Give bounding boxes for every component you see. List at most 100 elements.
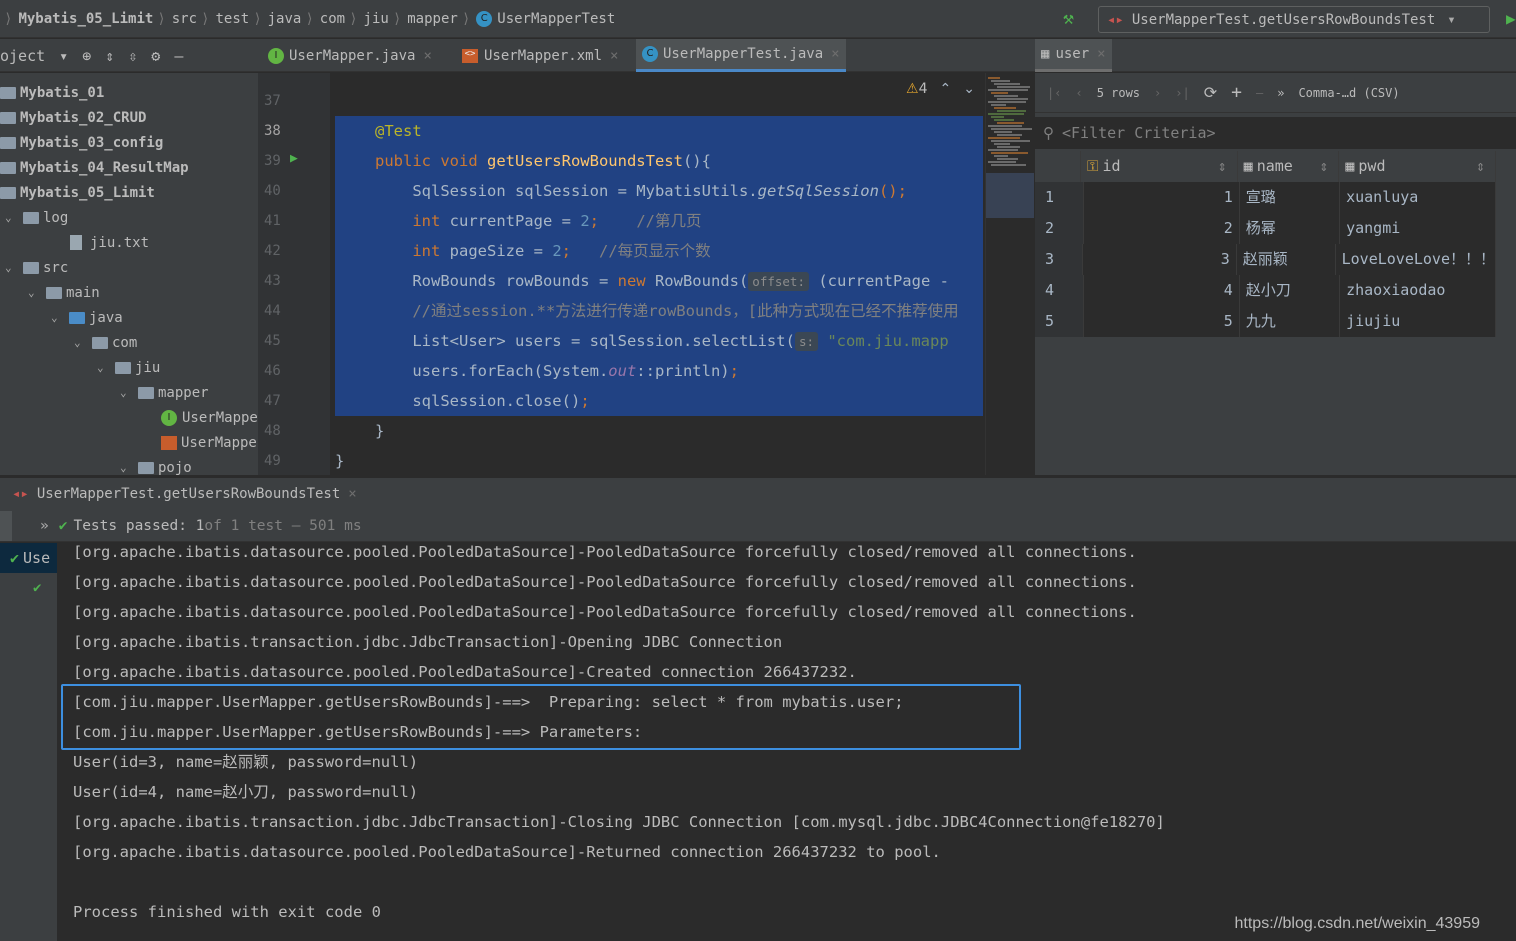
project-view-label[interactable]: oject	[0, 47, 45, 65]
table-cell[interactable]: yangmi	[1340, 213, 1497, 244]
close-icon[interactable]: ×	[348, 486, 356, 502]
remove-row-icon[interactable]: —	[1256, 86, 1263, 100]
close-icon[interactable]: ×	[610, 48, 618, 64]
test-tree-item[interactable]: ✔	[0, 573, 57, 603]
sort-icon[interactable]: ⇕	[1218, 151, 1227, 182]
inspection-widget[interactable]: ⚠4 ⌃ ⌄	[906, 81, 975, 97]
console-output[interactable]: [org.apache.ibatis.datasource.pooled.Poo…	[57, 543, 1516, 941]
breadcrumb-item[interactable]: com	[320, 11, 345, 27]
tree-item[interactable]: jiu.txt	[28, 230, 149, 255]
minimize-icon[interactable]: —	[174, 47, 183, 65]
table-cell[interactable]: 杨幂	[1239, 213, 1341, 244]
breadcrumb-item[interactable]: UserMapperTest	[497, 11, 615, 27]
prev-page-icon[interactable]: ‹	[1075, 86, 1082, 100]
next-page-icon[interactable]: ›	[1154, 86, 1161, 100]
tree-item[interactable]: ⌄ jiu	[97, 355, 160, 380]
table-row[interactable]: 5 5 九九 jiujiu	[1035, 306, 1497, 337]
tree-item[interactable]: ⌄ main	[28, 280, 100, 305]
table-cell[interactable]: 赵丽颖	[1236, 244, 1336, 275]
chevron-down-icon[interactable]: ⌄	[28, 286, 46, 299]
chevron-up-icon[interactable]: ⌃	[940, 81, 952, 97]
add-row-icon[interactable]: +	[1231, 82, 1242, 103]
tab-usermappertest-java[interactable]: C UserMapperTest.java ×	[636, 39, 846, 72]
more-icon[interactable]: »	[40, 518, 49, 534]
minimap-viewport[interactable]	[986, 173, 1034, 218]
breadcrumb-item[interactable]: src	[172, 11, 197, 27]
column-header-pwd[interactable]: ▦ pwd ⇕	[1339, 151, 1496, 182]
tree-item[interactable]: Mybatis_05_Limit	[0, 180, 155, 205]
test-tree-item[interactable]: ✔ Use	[0, 543, 57, 573]
rerun-icon[interactable]	[0, 510, 12, 541]
more-icon[interactable]: »	[1277, 86, 1284, 100]
table-cell[interactable]: 1	[1083, 182, 1240, 213]
gear-icon[interactable]: ⚙	[151, 47, 160, 65]
run-test-icon[interactable]: ▶	[290, 151, 298, 166]
tree-item[interactable]: UserMappe	[143, 430, 257, 455]
breadcrumb-item[interactable]: test	[215, 11, 249, 27]
breadcrumb-item[interactable]: java	[268, 11, 302, 27]
chevron-down-icon[interactable]: ⌄	[120, 461, 138, 474]
tree-item[interactable]: ⌄ log	[5, 205, 68, 230]
filter-input[interactable]: ⚲ <Filter Criteria>	[1035, 117, 1516, 149]
close-icon[interactable]: ×	[423, 48, 431, 64]
column-header-name[interactable]: ▦ name ⇕	[1237, 151, 1340, 182]
tree-item[interactable]: I UserMappe	[143, 405, 258, 430]
rows-count[interactable]: 5 rows	[1097, 86, 1140, 100]
first-page-icon[interactable]: |‹	[1047, 86, 1061, 100]
table-cell[interactable]: 宣璐	[1239, 182, 1341, 213]
run-config-select[interactable]: ◂▸ UserMapperTest.getUsersRowBoundsTest …	[1098, 6, 1490, 33]
minimap[interactable]	[985, 73, 1034, 475]
sort-icon[interactable]: ⇕	[1319, 151, 1328, 182]
tab-usermapper-java[interactable]: I UserMapper.java ×	[262, 39, 438, 72]
sort-icon[interactable]: ⇕	[1476, 151, 1485, 182]
table-row[interactable]: 4 4 赵小刀 zhaoxiaodao	[1035, 275, 1497, 306]
table-row[interactable]: 2 2 杨幂 yangmi	[1035, 213, 1497, 244]
tree-item[interactable]: ⌄ src	[5, 255, 68, 280]
table-row[interactable]: 3 3 赵丽颖 LoveLoveLove！！！	[1035, 244, 1496, 275]
refresh-icon[interactable]: ⟳	[1204, 83, 1217, 102]
code-editor[interactable]: ⚠4 ⌃ ⌄ @Test public void getUsersRowBound…	[330, 73, 985, 475]
chevron-down-icon[interactable]: ⌄	[120, 386, 138, 399]
locate-icon[interactable]: ⊕	[82, 47, 91, 65]
run-tab[interactable]: ◂▸ UserMapperTest.getUsersRowBoundsTest …	[0, 478, 1516, 510]
table-cell[interactable]: LoveLoveLove！！！	[1335, 244, 1496, 275]
table-cell[interactable]: 4	[1083, 275, 1240, 306]
export-format[interactable]: Comma-…d (CSV)	[1298, 86, 1399, 100]
expand-all-icon[interactable]: ⇕	[105, 47, 114, 65]
column-header-id[interactable]: ⚿ id ⇕	[1081, 151, 1238, 182]
breadcrumb-item[interactable]: Mybatis_05_Limit	[18, 11, 153, 27]
tree-item[interactable]: ⌄ java	[51, 305, 123, 330]
tree-item[interactable]: Mybatis_02_CRUD	[0, 105, 146, 130]
build-icon[interactable]: ⚒	[1063, 8, 1074, 29]
chevron-down-icon[interactable]: ⌄	[5, 211, 23, 224]
collapse-all-icon[interactable]: ⇳	[128, 47, 137, 65]
table-cell[interactable]: 5	[1083, 306, 1240, 337]
chevron-down-icon[interactable]: ▾	[59, 47, 68, 65]
chevron-down-icon[interactable]: ⌄	[51, 311, 69, 324]
close-icon[interactable]: ×	[831, 46, 839, 62]
tree-item[interactable]: Mybatis_04_ResultMap	[0, 155, 189, 180]
tree-item[interactable]: ⌄ com	[74, 330, 137, 355]
last-page-icon[interactable]: ›|	[1175, 86, 1189, 100]
tree-item[interactable]: ⌄ pojo	[120, 455, 192, 476]
table-cell[interactable]: zhaoxiaodao	[1340, 275, 1497, 306]
table-cell[interactable]: 3	[1083, 244, 1237, 275]
chevron-down-icon[interactable]: ⌄	[963, 81, 975, 97]
close-icon[interactable]: ×	[1097, 46, 1105, 62]
tree-item[interactable]: ⌄ mapper	[120, 380, 209, 405]
table-cell[interactable]: 九九	[1239, 306, 1341, 337]
tree-item[interactable]: Mybatis_01	[0, 80, 104, 105]
table-cell[interactable]: jiujiu	[1340, 306, 1497, 337]
table-cell[interactable]: xuanluya	[1340, 182, 1497, 213]
tab-usermapper-xml[interactable]: <> UserMapper.xml ×	[456, 39, 624, 72]
table-cell[interactable]: 2	[1083, 213, 1240, 244]
chevron-down-icon[interactable]: ⌄	[97, 361, 115, 374]
run-icon[interactable]: ▶	[1506, 9, 1516, 28]
table-row[interactable]: 1 1 宣璐 xuanluya	[1035, 182, 1497, 213]
tree-item[interactable]: Mybatis_03_config	[0, 130, 163, 155]
breadcrumb-item[interactable]: mapper	[407, 11, 458, 27]
chevron-down-icon[interactable]: ⌄	[74, 336, 92, 349]
breadcrumb-item[interactable]: jiu	[364, 11, 389, 27]
chevron-down-icon[interactable]: ⌄	[5, 261, 23, 274]
table-cell[interactable]: 赵小刀	[1239, 275, 1341, 306]
